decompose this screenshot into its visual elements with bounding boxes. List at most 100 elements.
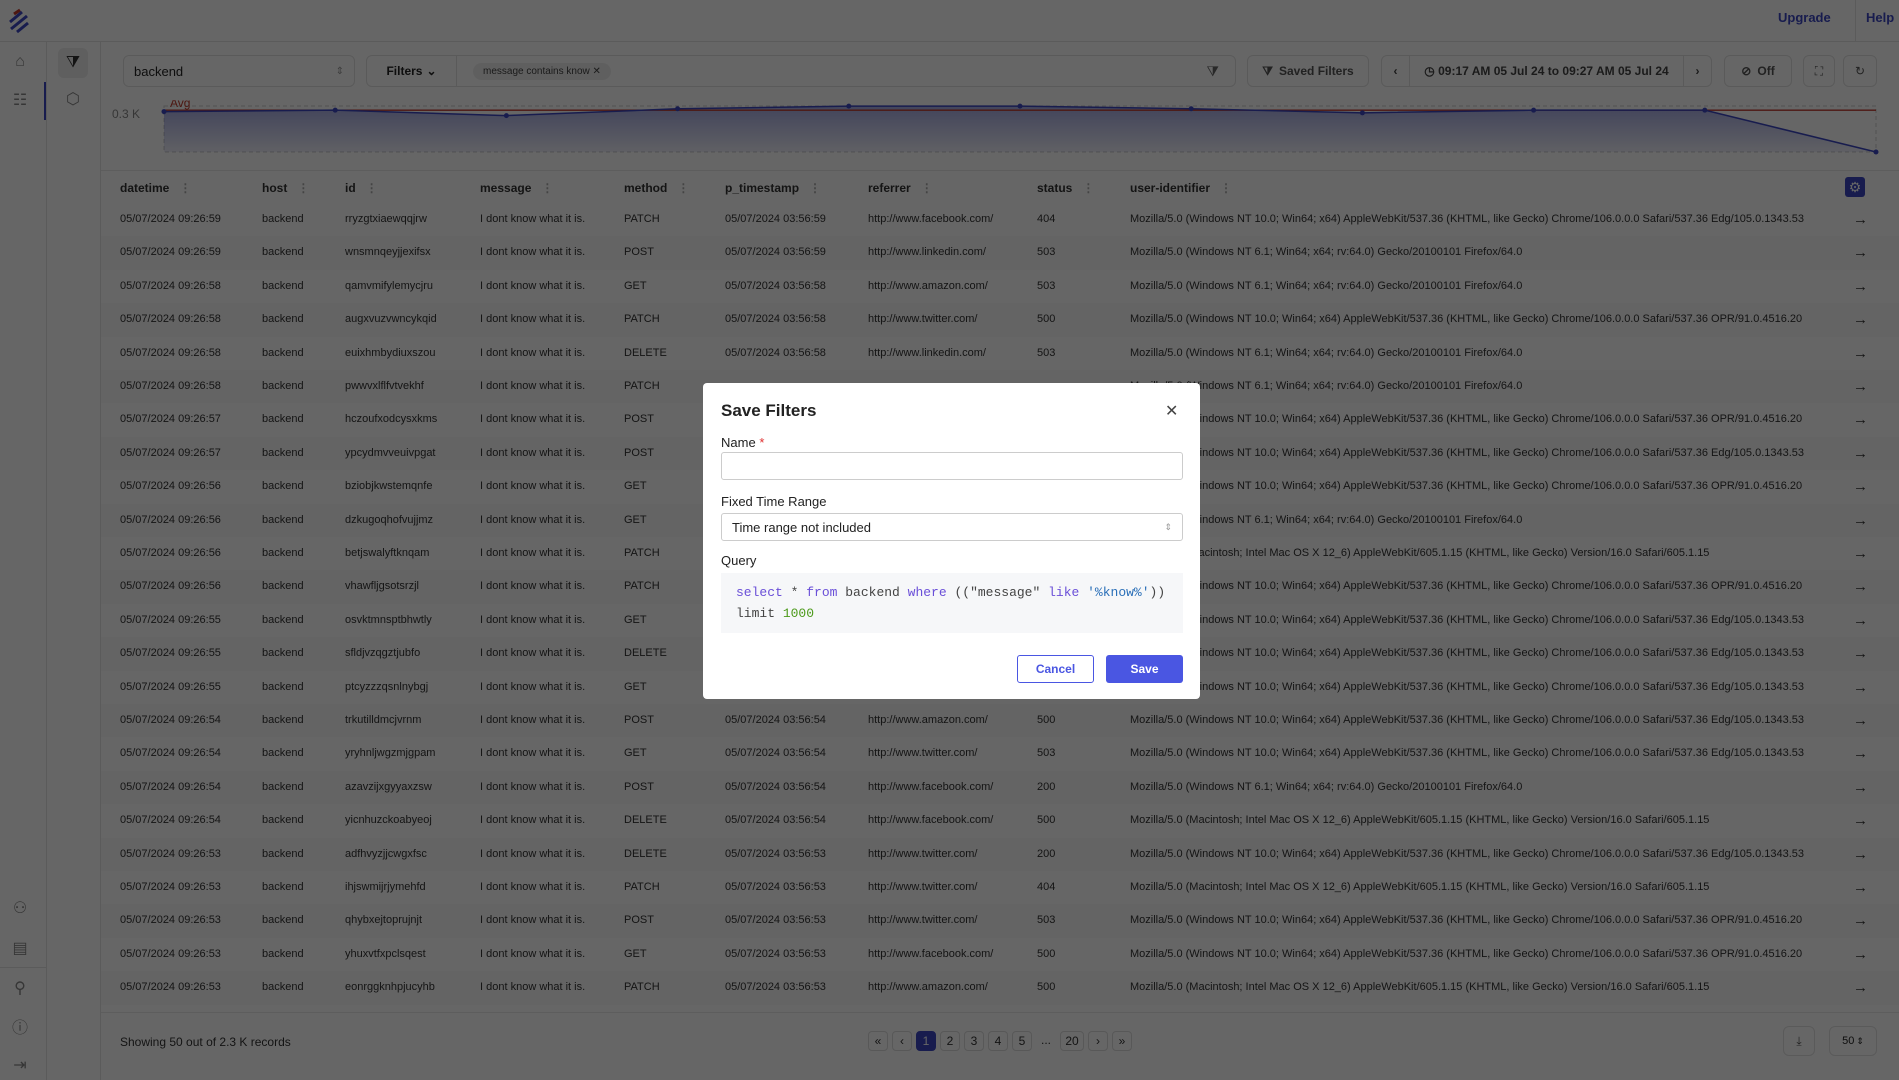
table-row[interactable]: 05/07/2024 09:26:59 backend wnsmnqeyjjexif… — [101, 236, 1899, 270]
table-row[interactable]: 05/07/2024 09:26:53 backend adfhvyzjjcwgxf… — [101, 837, 1899, 871]
save-button[interactable]: Save — [1106, 655, 1183, 683]
arrow-right-icon[interactable]: → — [1853, 971, 1868, 1004]
add-filter-icon[interactable]: ⧩ — [1207, 63, 1220, 80]
column-menu-icon[interactable]: ⋮ — [677, 181, 689, 195]
column-menu-icon[interactable]: ⋮ — [179, 181, 191, 195]
page-button[interactable]: 3 — [964, 1031, 984, 1051]
arrow-right-icon[interactable]: → — [1853, 337, 1868, 370]
chevron-left-icon[interactable]: ‹ — [1382, 56, 1410, 86]
arrow-right-icon[interactable]: → — [1853, 671, 1868, 704]
time-range-button[interactable]: ◷ 09:17 AM 05 Jul 24 to 09:27 AM 05 Jul … — [1410, 64, 1683, 78]
help-link[interactable]: Help — [1866, 10, 1894, 25]
column-header-p_timestamp[interactable]: p_timestamp ⋮ — [725, 178, 821, 198]
table-row[interactable]: 05/07/2024 09:26:58 backend euixhmbydiuxsz… — [101, 337, 1899, 370]
column-menu-icon[interactable]: ⋮ — [1082, 181, 1094, 195]
prev-page-icon[interactable]: ‹ — [892, 1031, 912, 1051]
first-page-icon[interactable]: « — [868, 1031, 888, 1051]
time-range-select[interactable]: Time range not included ⇕ — [721, 513, 1183, 541]
arrow-right-icon[interactable]: → — [1853, 604, 1868, 637]
table-row[interactable]: 05/07/2024 09:26:54 backend trkutilldmcjvr… — [101, 704, 1899, 738]
arrow-right-icon[interactable]: → — [1853, 470, 1868, 503]
table-row[interactable]: 05/07/2024 09:26:53 backend eonrggknhpjucy… — [101, 971, 1899, 1005]
refresh-button[interactable]: ↻ — [1843, 55, 1877, 87]
sub-sidebar: ⧩ ⬡ — [47, 42, 101, 1080]
column-header-user-identifier[interactable]: user-identifier ⋮ — [1130, 178, 1232, 198]
logs-list-icon[interactable]: ☷ — [8, 88, 32, 112]
column-menu-icon[interactable]: ⋮ — [1220, 181, 1232, 195]
last-page-icon[interactable]: » — [1112, 1031, 1132, 1051]
logout-icon[interactable]: ⇥ — [8, 1053, 32, 1077]
arrow-right-icon[interactable]: → — [1853, 437, 1868, 470]
table-row[interactable]: 05/07/2024 09:26:58 backend qamvmifylemycj… — [101, 270, 1899, 303]
arrow-right-icon[interactable]: → — [1853, 804, 1868, 837]
info-icon[interactable]: ⓘ — [8, 1014, 32, 1038]
arrow-right-icon[interactable]: → — [1853, 270, 1868, 303]
hexagon-settings-icon[interactable]: ⬡ — [61, 87, 85, 111]
arrow-right-icon[interactable]: → — [1853, 570, 1868, 603]
remove-filter-icon[interactable]: ✕ — [593, 66, 601, 77]
arrow-right-icon[interactable]: → — [1853, 904, 1868, 937]
arrow-right-icon[interactable]: → — [1853, 370, 1868, 403]
column-header-datetime[interactable]: datetime ⋮ — [120, 178, 191, 198]
arrow-right-icon[interactable]: → — [1853, 771, 1868, 804]
arrow-right-icon[interactable]: → — [1853, 203, 1868, 236]
arrow-right-icon[interactable]: → — [1853, 938, 1868, 971]
column-header-referrer[interactable]: referrer ⋮ — [868, 178, 933, 198]
table-row[interactable]: 05/07/2024 09:26:59 backend rryzgtxiaewqqj… — [101, 203, 1899, 236]
page-button[interactable]: 1 — [916, 1031, 936, 1051]
storage-settings-icon[interactable]: ▤ — [8, 936, 32, 960]
arrow-right-icon[interactable]: → — [1853, 403, 1868, 436]
name-input[interactable] — [721, 452, 1183, 480]
table-row[interactable]: 05/07/2024 09:26:53 backend ihjswmijrjymeh… — [101, 871, 1899, 904]
table-row[interactable]: 05/07/2024 09:26:54 backend yicnhuzckoabye… — [101, 804, 1899, 837]
table-row[interactable]: 05/07/2024 09:26:53 backend qhybxejtoprujn… — [101, 904, 1899, 938]
per-page-select[interactable]: 50 ⇕ — [1829, 1026, 1877, 1056]
arrow-right-icon[interactable]: → — [1853, 303, 1868, 336]
stream-select[interactable]: backend ⇕ — [123, 55, 355, 87]
table-row[interactable]: 05/07/2024 09:26:58 backend augxvuzvwncykq… — [101, 303, 1899, 337]
page-button[interactable]: 4 — [988, 1031, 1008, 1051]
page-button[interactable]: 2 — [940, 1031, 960, 1051]
column-header-message[interactable]: message ⋮ — [480, 178, 553, 198]
arrow-right-icon[interactable]: → — [1853, 704, 1868, 737]
fullscreen-button[interactable]: ⛶ — [1803, 55, 1835, 87]
chevron-right-icon[interactable]: › — [1683, 56, 1711, 86]
column-menu-icon[interactable]: ⋮ — [541, 181, 553, 195]
table-row[interactable]: 05/07/2024 09:26:54 backend yryhnljwgzmjgp… — [101, 737, 1899, 770]
filters-button[interactable]: Filters ⌄ — [367, 56, 457, 86]
arrow-right-icon[interactable]: → — [1853, 537, 1868, 570]
column-menu-icon[interactable]: ⋮ — [297, 181, 309, 195]
page-button[interactable]: 20 — [1060, 1031, 1084, 1051]
column-settings-icon[interactable]: ⚙ — [1845, 177, 1865, 197]
column-menu-icon[interactable]: ⋮ — [809, 181, 821, 195]
user-icon[interactable]: ⚲ — [8, 976, 32, 1000]
arrow-right-icon[interactable]: → — [1853, 504, 1868, 537]
column-header-id[interactable]: id ⋮ — [345, 178, 378, 198]
refresh-interval-button[interactable]: ⊘ Off — [1724, 55, 1792, 87]
saved-filters-button[interactable]: ⧩ Saved Filters — [1247, 55, 1369, 87]
arrow-right-icon[interactable]: → — [1853, 871, 1868, 904]
filter-search-icon[interactable]: ⧩ — [58, 48, 88, 78]
user-settings-icon[interactable]: ⚇ — [8, 896, 32, 920]
cell-method: GET — [624, 947, 647, 960]
table-row[interactable]: 05/07/2024 09:26:53 backend yhuxvtfxpclsqe… — [101, 938, 1899, 971]
arrow-right-icon[interactable]: → — [1853, 737, 1868, 770]
arrow-right-icon[interactable]: → — [1853, 637, 1868, 670]
download-button[interactable]: ⤓ — [1783, 1026, 1815, 1056]
arrow-right-icon[interactable]: → — [1853, 236, 1868, 269]
next-page-icon[interactable]: › — [1088, 1031, 1108, 1051]
column-menu-icon[interactable]: ⋮ — [921, 181, 933, 195]
page-button[interactable]: 5 — [1012, 1031, 1032, 1051]
upgrade-link[interactable]: Upgrade — [1778, 10, 1831, 25]
close-icon[interactable]: ✕ — [1165, 401, 1178, 421]
column-header-method[interactable]: method ⋮ — [624, 178, 689, 198]
filter-chip[interactable]: message contains know ✕ — [473, 62, 611, 80]
arrow-right-icon[interactable]: → — [1853, 838, 1868, 871]
data-point — [1702, 107, 1708, 113]
column-menu-icon[interactable]: ⋮ — [366, 181, 378, 195]
table-row[interactable]: 05/07/2024 09:26:54 backend azavzijxgyyaxz… — [101, 770, 1899, 805]
column-header-host[interactable]: host ⋮ — [262, 178, 309, 198]
column-header-status[interactable]: status ⋮ — [1037, 178, 1094, 198]
home-icon[interactable]: ⌂ — [8, 50, 32, 74]
cancel-button[interactable]: Cancel — [1017, 655, 1094, 683]
